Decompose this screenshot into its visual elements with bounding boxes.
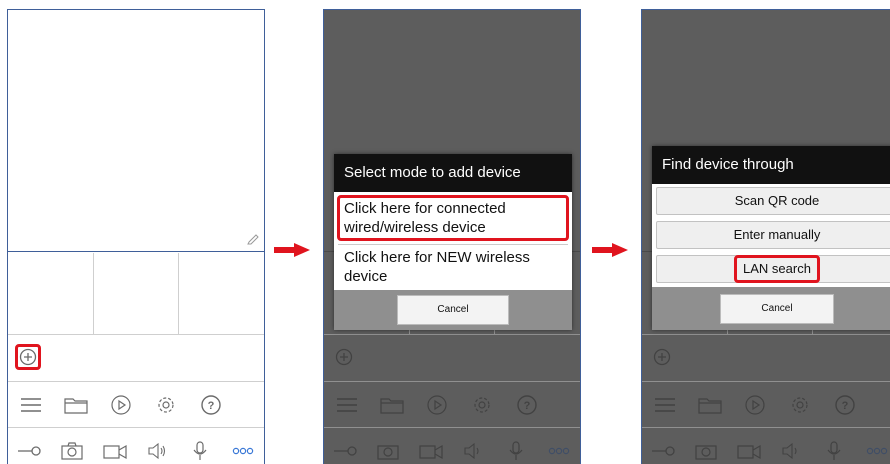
help-icon: ? — [516, 394, 537, 415]
channel-grid — [8, 253, 264, 335]
speaker-icon — [782, 442, 797, 460]
list-icon — [336, 397, 357, 412]
list-button[interactable] — [8, 395, 53, 415]
microphone-icon — [827, 441, 841, 460]
lan-search-label: LAN search — [734, 255, 820, 283]
playback-icon — [110, 394, 131, 415]
settings-icon — [791, 396, 808, 413]
folder-icon — [697, 397, 722, 414]
edit-icon[interactable] — [246, 231, 260, 245]
more-icon — [866, 447, 887, 455]
toolbar-main: ? — [8, 382, 264, 428]
video-preview-area[interactable] — [8, 10, 264, 252]
svg-text:?: ? — [841, 400, 848, 412]
list-icon — [20, 397, 41, 412]
lan-search-button[interactable]: LAN search — [656, 255, 890, 283]
step-arrow — [274, 243, 310, 257]
option-new-line2: device — [344, 268, 388, 285]
help-icon: ? — [200, 394, 221, 415]
enter-manually-button[interactable]: Enter manually — [656, 221, 890, 249]
key-icon — [652, 446, 675, 456]
add-device-row — [324, 336, 580, 382]
channel-cell[interactable] — [94, 253, 180, 334]
record-icon — [103, 444, 127, 460]
channel-cell[interactable] — [179, 253, 264, 334]
add-device-mode-dialog: Select mode to add device Click here for… — [334, 154, 572, 330]
key-icon — [18, 446, 41, 456]
more-icon — [548, 447, 569, 455]
snapshot-button[interactable] — [51, 441, 94, 461]
camera-icon — [695, 445, 717, 460]
microphone-icon — [193, 441, 207, 460]
add-circle-icon — [19, 348, 37, 366]
record-button[interactable] — [93, 441, 136, 461]
talk-button[interactable] — [179, 440, 222, 462]
dialog-title: Find device through — [652, 146, 890, 184]
phone-screen-step2: ? Select mode to add device Click here f… — [323, 9, 581, 464]
add-circle-icon — [653, 348, 671, 366]
microphone-icon — [509, 441, 523, 460]
option-new-line1: Click here for NEW wireless — [344, 249, 530, 266]
settings-icon — [157, 396, 174, 413]
toolbar-main: ? — [642, 382, 890, 428]
key-button[interactable] — [8, 444, 51, 458]
toolbar-live — [324, 428, 580, 464]
phone-screen-step3: ? Find device through Scan QR code Enter… — [641, 9, 890, 464]
channel-cell[interactable] — [8, 253, 94, 334]
add-device-button — [331, 344, 357, 370]
dialog-footer: Cancel — [652, 287, 890, 330]
add-device-button[interactable] — [15, 344, 41, 370]
help-button[interactable]: ? — [188, 394, 233, 416]
add-circle-icon — [335, 348, 353, 366]
record-icon — [737, 444, 761, 460]
cancel-button[interactable]: Cancel — [720, 293, 834, 324]
svg-text:?: ? — [523, 400, 530, 412]
option-connected-device[interactable]: Click here for connected wired/wireless … — [337, 195, 569, 241]
speaker-icon — [464, 442, 479, 460]
toolbar-live — [642, 428, 890, 464]
playback-icon — [744, 394, 765, 415]
phone-screen-step1: ? — [7, 9, 265, 464]
folder-icon — [63, 397, 88, 414]
add-device-row — [8, 336, 264, 382]
dialog-title: Select mode to add device — [334, 154, 572, 192]
camera-icon — [377, 445, 399, 460]
help-icon: ? — [834, 394, 855, 415]
key-icon — [334, 446, 357, 456]
option-new-wireless-device[interactable]: Click here for NEW wireless device — [334, 245, 572, 290]
dialog-footer: Cancel — [334, 290, 572, 330]
record-icon — [419, 444, 443, 460]
settings-icon — [473, 396, 490, 413]
toolbar-live — [8, 428, 264, 464]
folder-button[interactable] — [53, 395, 98, 415]
scan-qr-code-button[interactable]: Scan QR code — [656, 187, 890, 215]
playback-button[interactable] — [98, 394, 143, 416]
folder-icon — [379, 397, 404, 414]
more-icon — [232, 447, 253, 455]
settings-button[interactable] — [143, 394, 188, 416]
svg-text:?: ? — [207, 400, 214, 412]
option-connected-line1: Click here for connected — [344, 200, 506, 217]
playback-icon — [426, 394, 447, 415]
audio-button[interactable] — [136, 441, 179, 461]
toolbar-main: ? — [324, 382, 580, 428]
option-connected-line2: wired/wireless device — [344, 219, 486, 236]
speaker-icon — [148, 442, 166, 460]
list-icon — [654, 397, 675, 412]
add-device-button — [649, 344, 675, 370]
more-button[interactable] — [221, 447, 264, 455]
camera-icon — [61, 442, 83, 460]
find-device-dialog: Find device through Scan QR code Enter m… — [652, 146, 890, 330]
add-device-row — [642, 336, 890, 382]
step-arrow — [592, 243, 628, 257]
cancel-button[interactable]: Cancel — [397, 295, 509, 325]
